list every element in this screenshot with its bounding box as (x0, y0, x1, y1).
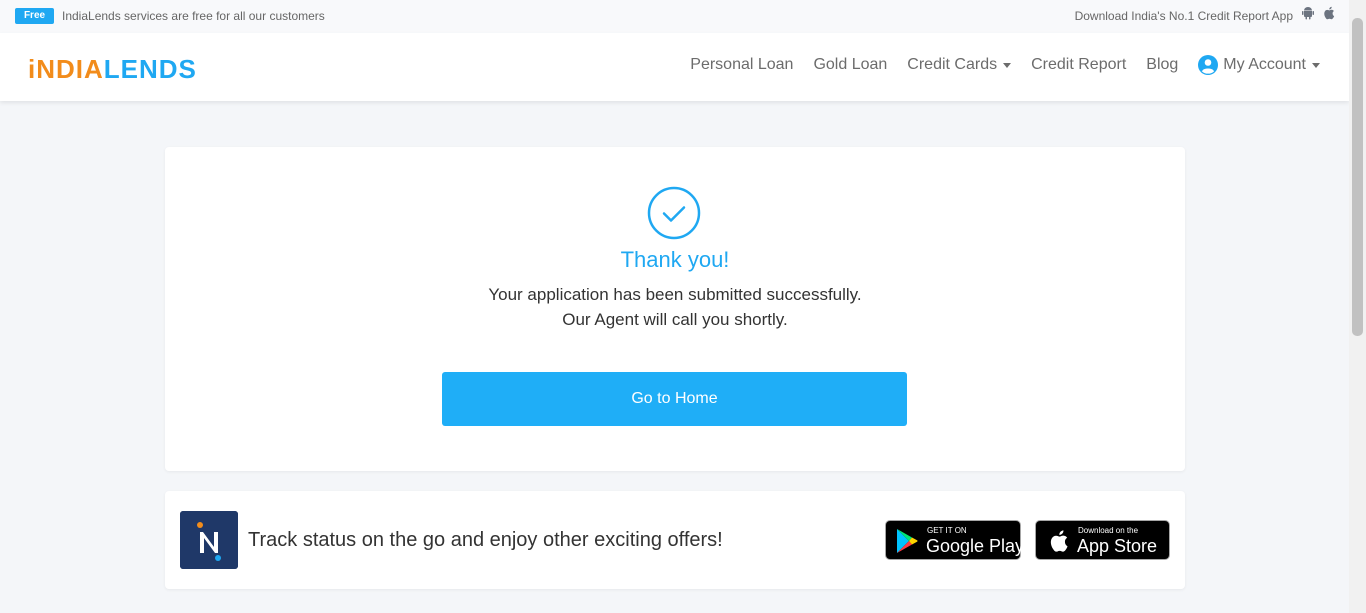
page-scrollbar[interactable] (1349, 0, 1366, 613)
promo-text: Track status on the go and enjoy other e… (248, 529, 723, 551)
android-icon[interactable] (1301, 6, 1315, 20)
nav-credit-cards[interactable]: Credit Cards (907, 56, 1012, 74)
nav-blog[interactable]: Blog (1146, 56, 1178, 74)
nav-personal-loan[interactable]: Personal Loan (690, 56, 793, 74)
my-account-label: My Account (1223, 56, 1306, 73)
app-promo-card: Track status on the go and enjoy other e… (165, 491, 1185, 589)
go-to-home-button[interactable]: Go to Home (442, 372, 907, 426)
credit-cards-label: Credit Cards (907, 56, 998, 73)
nav-my-account[interactable]: My Account (1198, 55, 1320, 75)
download-app-link[interactable]: Download India's No.1 Credit Report App (1075, 9, 1293, 23)
confirmation-card: Thank you! Your application has been sub… (165, 147, 1185, 471)
submitted-message: Your application has been submitted succ… (488, 285, 862, 304)
nav-gold-loan[interactable]: Gold Loan (813, 56, 887, 74)
thank-you-title: Thank you! (620, 247, 730, 272)
top-info-bar: Free IndiaLends services are free for al… (0, 0, 1349, 33)
check-circle-icon (647, 186, 701, 240)
chevron-down-icon (1312, 62, 1320, 68)
apple-icon (1050, 530, 1068, 552)
apple-icon[interactable] (1322, 6, 1335, 20)
agent-call-message: Our Agent will call you shortly. (562, 310, 788, 329)
main-nav: Personal Loan Gold Loan Credit Cards Cre… (670, 55, 1320, 75)
app-store-big-text: App Store (1077, 536, 1158, 556)
user-circle-icon (1198, 55, 1219, 75)
app-store-button[interactable]: Download on the App Store (1035, 520, 1170, 560)
app-store-small-text: Download on the (1078, 526, 1139, 535)
indialends-logo[interactable]: iNDIALENDS (28, 54, 197, 84)
topbar-message: IndiaLends services are free for all our… (62, 9, 325, 23)
scrollbar-thumb[interactable] (1352, 18, 1363, 336)
nav-credit-report[interactable]: Credit Report (1031, 56, 1126, 74)
chevron-down-icon (1003, 62, 1012, 68)
indialends-app-icon (180, 511, 238, 569)
google-play-small-text: GET IT ON (927, 526, 967, 535)
free-badge: Free (15, 8, 54, 24)
google-play-icon (897, 529, 918, 553)
google-play-button[interactable]: GET IT ON Google Play (885, 520, 1025, 560)
google-play-big-text: Google Play (926, 536, 1025, 556)
site-header: iNDIALENDS Personal Loan Gold Loan Credi… (0, 33, 1349, 101)
